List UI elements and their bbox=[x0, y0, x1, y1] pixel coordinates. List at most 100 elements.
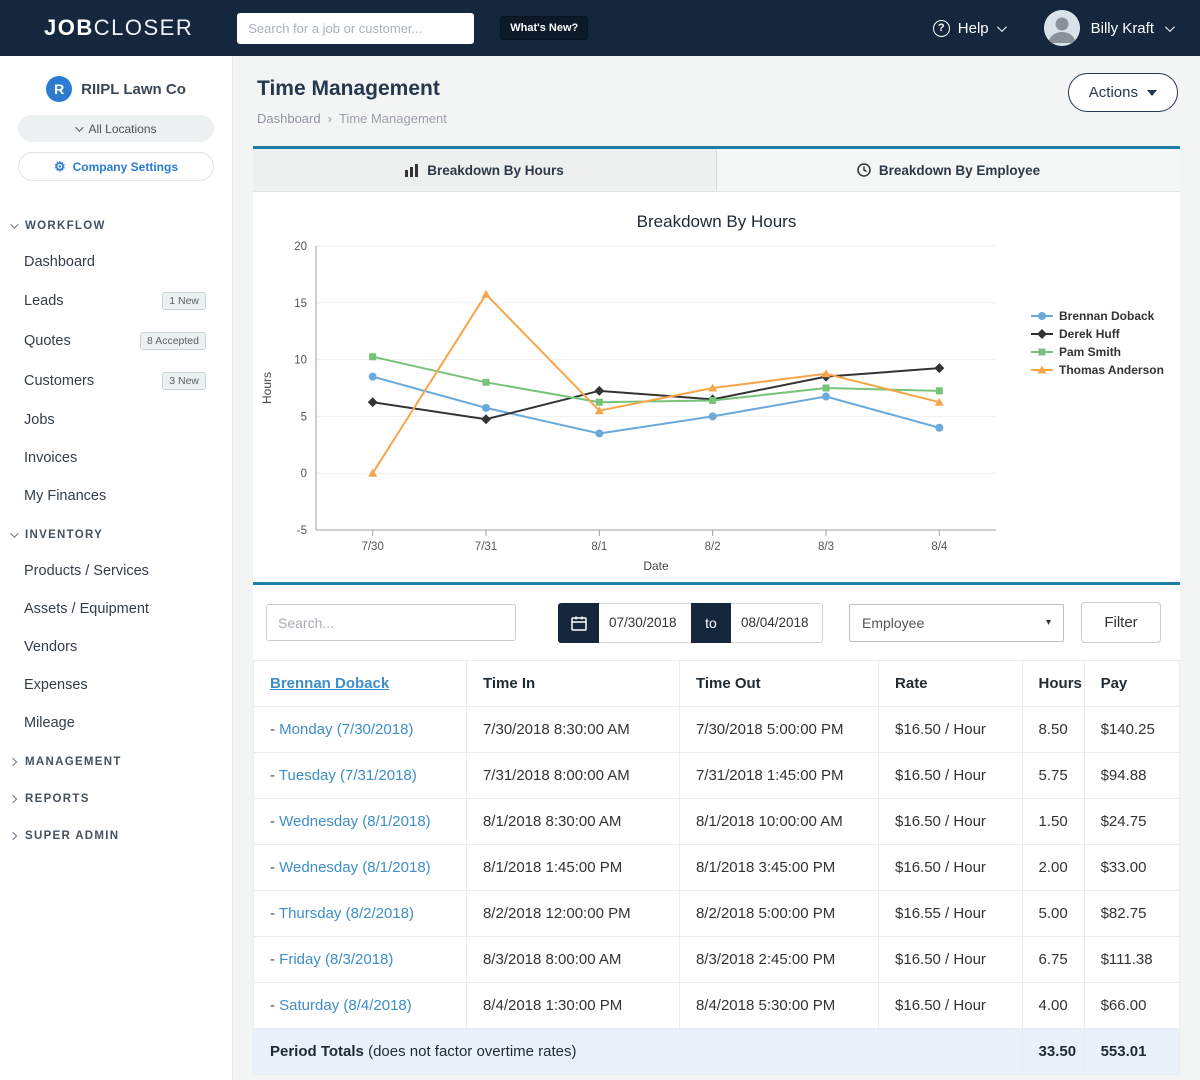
tab-breakdown-by-employee[interactable]: Breakdown By Employee bbox=[716, 149, 1180, 191]
day-link[interactable]: Friday (8/3/2018) bbox=[279, 951, 393, 968]
pay-cell: $24.75 bbox=[1084, 799, 1179, 845]
nav-section-workflow[interactable]: WORKFLOW bbox=[0, 209, 232, 243]
tab-breakdown-by-hours[interactable]: Breakdown By Hours bbox=[253, 149, 716, 191]
day-cell: - Tuesday (7/31/2018) bbox=[254, 753, 467, 799]
date-from-input[interactable] bbox=[599, 603, 691, 643]
totals-label: Period Totals bbox=[270, 1043, 364, 1060]
pay-cell: $66.00 bbox=[1084, 983, 1179, 1029]
time-out-cell: 8/4/2018 5:30:00 PM bbox=[679, 983, 878, 1029]
help-button[interactable]: ? Help bbox=[933, 20, 1004, 37]
chevron-down-icon bbox=[10, 220, 18, 228]
day-link[interactable]: Thursday (8/2/2018) bbox=[279, 905, 414, 922]
actions-button[interactable]: Actions bbox=[1068, 73, 1178, 112]
company-logo: R bbox=[46, 76, 72, 102]
sidebar-item-mileage[interactable]: Mileage bbox=[0, 704, 232, 742]
sidebar-item-assets-equipment[interactable]: Assets / Equipment bbox=[0, 590, 232, 628]
col-header-pay: Pay bbox=[1084, 661, 1179, 707]
chevron-down-icon bbox=[997, 22, 1007, 32]
nav-section-inventory[interactable]: INVENTORY bbox=[0, 518, 232, 552]
sidebar-item-dashboard[interactable]: Dashboard bbox=[0, 243, 232, 281]
date-to-input[interactable] bbox=[731, 603, 823, 643]
sidebar-item-customers[interactable]: Customers3 New bbox=[0, 361, 232, 401]
col-header-rate: Rate bbox=[879, 661, 1023, 707]
logo-text-primary: JOB bbox=[44, 15, 94, 40]
svg-text:0: 0 bbox=[301, 468, 307, 480]
sidebar-item-invoices[interactable]: Invoices bbox=[0, 439, 232, 477]
content-area: Breakdown By Hours Breakdown By Employee… bbox=[253, 146, 1180, 1075]
table-row: - Saturday (8/4/2018)8/4/2018 1:30:00 PM… bbox=[254, 983, 1180, 1029]
sidebar-nav: WORKFLOW Dashboard Leads1 NewQuotes8 Accep… bbox=[0, 209, 232, 853]
sidebar-item-label: Expenses bbox=[24, 677, 88, 693]
pay-cell: $111.38 bbox=[1084, 937, 1179, 983]
breadcrumb-link-dashboard[interactable]: Dashboard bbox=[257, 111, 321, 126]
whats-new-button[interactable]: What's New? bbox=[500, 16, 588, 40]
rate-cell: $16.50 / Hour bbox=[879, 937, 1023, 983]
global-search-input[interactable] bbox=[237, 13, 474, 44]
company-settings-button[interactable]: ⚙ Company Settings bbox=[18, 152, 214, 181]
svg-text:7/30: 7/30 bbox=[361, 541, 383, 553]
day-cell: - Friday (8/3/2018) bbox=[254, 937, 467, 983]
user-menu[interactable]: Billy Kraft bbox=[1091, 20, 1172, 37]
rate-cell: $16.50 / Hour bbox=[879, 845, 1023, 891]
pay-cell: $94.88 bbox=[1084, 753, 1179, 799]
day-link[interactable]: Monday (7/30/2018) bbox=[279, 721, 413, 738]
svg-text:Pam Smith: Pam Smith bbox=[1059, 345, 1121, 359]
day-link[interactable]: Wednesday (8/1/2018) bbox=[279, 859, 431, 876]
main-content: Time Management Dashboard › Time Managem… bbox=[233, 56, 1200, 1080]
totals-hours: 33.50 bbox=[1022, 1029, 1084, 1075]
sidebar-item-leads[interactable]: Leads1 New bbox=[0, 281, 232, 321]
rate-cell: $16.50 / Hour bbox=[879, 799, 1023, 845]
tab-bar: Breakdown By Hours Breakdown By Employee bbox=[253, 146, 1180, 192]
filter-button[interactable]: Filter bbox=[1081, 602, 1161, 643]
day-cell: - Thursday (8/2/2018) bbox=[254, 891, 467, 937]
sidebar-item-products-services[interactable]: Products / Services bbox=[0, 552, 232, 590]
time-out-cell: 8/1/2018 3:45:00 PM bbox=[679, 845, 878, 891]
sidebar-item-jobs[interactable]: Jobs bbox=[0, 401, 232, 439]
avatar[interactable] bbox=[1044, 10, 1080, 46]
table-search-input[interactable] bbox=[266, 604, 516, 641]
sidebar-item-expenses[interactable]: Expenses bbox=[0, 666, 232, 704]
date-range-picker: to bbox=[558, 603, 823, 643]
page-title: Time Management bbox=[257, 77, 1176, 101]
svg-text:Derek Huff: Derek Huff bbox=[1059, 327, 1121, 341]
top-bar: JOBCLOSER What's New? ? Help Billy Kraft bbox=[0, 0, 1200, 56]
count-badge: 1 New bbox=[162, 292, 206, 310]
table-row: - Wednesday (8/1/2018)8/1/2018 8:30:00 A… bbox=[254, 799, 1180, 845]
chart-title: Breakdown By Hours bbox=[253, 212, 1180, 232]
sidebar-item-label: Vendors bbox=[24, 639, 77, 655]
day-link[interactable]: Saturday (8/4/2018) bbox=[279, 997, 412, 1014]
hours-cell: 5.00 bbox=[1022, 891, 1084, 937]
employee-link[interactable]: Brennan Doback bbox=[270, 675, 389, 692]
nav-section-super-admin[interactable]: SUPER ADMIN bbox=[0, 819, 232, 853]
user-name: Billy Kraft bbox=[1091, 20, 1154, 37]
time-out-cell: 7/31/2018 1:45:00 PM bbox=[679, 753, 878, 799]
totals-pay: 553.01 bbox=[1084, 1029, 1179, 1075]
nav-section-label: INVENTORY bbox=[25, 529, 103, 541]
nav-section-reports[interactable]: REPORTS bbox=[0, 782, 232, 816]
day-link[interactable]: Tuesday (7/31/2018) bbox=[279, 767, 417, 784]
sidebar-item-vendors[interactable]: Vendors bbox=[0, 628, 232, 666]
svg-text:5: 5 bbox=[301, 411, 307, 423]
sidebar-item-my-finances[interactable]: My Finances bbox=[0, 477, 232, 515]
sidebar-item-label: Dashboard bbox=[24, 254, 95, 270]
chevron-down-icon bbox=[10, 529, 18, 537]
rate-cell: $16.50 / Hour bbox=[879, 707, 1023, 753]
sidebar-item-quotes[interactable]: Quotes8 Accepted bbox=[0, 321, 232, 361]
location-selector[interactable]: All Locations bbox=[18, 115, 214, 142]
time-in-cell: 8/3/2018 8:00:00 AM bbox=[466, 937, 679, 983]
day-link[interactable]: Wednesday (8/1/2018) bbox=[279, 813, 431, 830]
company-settings-label: Company Settings bbox=[73, 160, 178, 174]
time-in-cell: 8/2/2018 12:00:00 PM bbox=[466, 891, 679, 937]
app-logo[interactable]: JOBCLOSER bbox=[44, 15, 193, 41]
breadcrumb: Dashboard › Time Management bbox=[257, 111, 1176, 126]
page-header: Time Management Dashboard › Time Managem… bbox=[233, 56, 1200, 146]
nav-section-management[interactable]: MANAGEMENT bbox=[0, 745, 232, 779]
sidebar-item-label: Products / Services bbox=[24, 563, 149, 579]
calendar-button[interactable] bbox=[558, 603, 599, 643]
hours-cell: 1.50 bbox=[1022, 799, 1084, 845]
svg-text:8/4: 8/4 bbox=[931, 541, 948, 553]
sidebar-item-label: Quotes bbox=[24, 333, 71, 349]
employee-filter-select[interactable]: Employee ▾ bbox=[849, 604, 1064, 642]
chevron-down-icon bbox=[76, 123, 84, 131]
totals-label-cell: Period Totals (does not factor overtime … bbox=[254, 1029, 1023, 1075]
